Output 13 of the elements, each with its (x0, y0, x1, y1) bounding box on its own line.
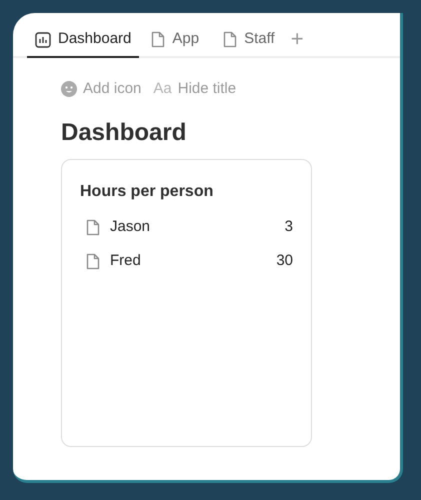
page-icon (151, 31, 166, 48)
smiley-icon (61, 81, 77, 98)
tab[interactable]: Staff (211, 23, 287, 58)
page-icon (223, 31, 238, 48)
chart-icon (35, 32, 51, 48)
list-row[interactable]: Jason 3 (80, 216, 293, 240)
tab[interactable]: Dashboard (27, 23, 140, 58)
card-title: Hours per person (80, 182, 214, 202)
page-icon (86, 219, 100, 236)
page-icon (86, 253, 100, 270)
tab[interactable]: App (139, 23, 212, 58)
list-row[interactable]: Fred 30 (80, 250, 293, 274)
page-title: Dashboard (61, 118, 188, 148)
